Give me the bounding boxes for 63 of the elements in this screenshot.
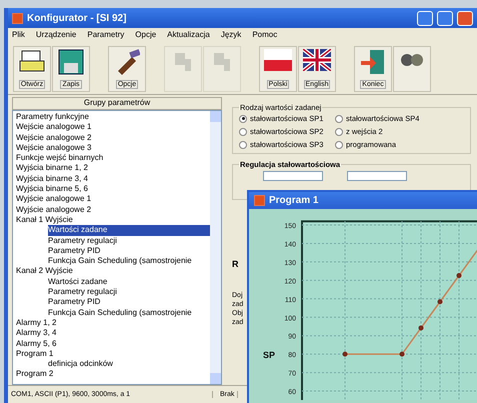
tree-item[interactable]: Wyjście analogowe 2 (16, 204, 92, 214)
menu-item[interactable]: Pomoc (252, 30, 278, 41)
menu-item[interactable]: Aktualizacja (167, 30, 210, 41)
minimize-button[interactable] (417, 10, 433, 26)
app-icon (254, 195, 265, 206)
tree-item[interactable]: Program 1 (16, 348, 54, 358)
flag-icon (264, 48, 292, 70)
input-field[interactable] (347, 171, 407, 181)
tree-item[interactable]: Alarmy 1, 2 (16, 318, 56, 327)
tree-item[interactable]: Parametry funkcyjne (16, 112, 89, 121)
input-field[interactable] (263, 171, 323, 181)
radio-button[interactable] (239, 140, 247, 148)
tree-item[interactable]: Wartości zadane (48, 225, 210, 236)
tree-item[interactable]: Funkcje wejść binarnych (16, 153, 104, 162)
data-point (456, 273, 462, 278)
tree-item[interactable]: Alarmy 5, 6 (16, 338, 56, 348)
printer-icon (18, 48, 46, 72)
tree-item[interactable]: Wejście analogowe 3 (16, 142, 92, 152)
tree-item[interactable]: Wyjścia binarne 5, 6 (16, 184, 88, 194)
door-icon (360, 48, 386, 74)
data-point (438, 299, 442, 304)
tree-item[interactable]: Wartości zadane (48, 276, 108, 286)
menu-item[interactable]: Opcje (135, 30, 156, 41)
window-title: Program 1 (269, 195, 320, 206)
tree-item[interactable]: Program 2 (16, 369, 54, 378)
radio-button[interactable] (335, 114, 343, 122)
data-point (400, 352, 404, 357)
tree-item[interactable]: Funkcja Gain Scheduling (samostrojenie (48, 308, 192, 317)
tree-item[interactable]: Parametry PID (48, 297, 100, 306)
tree-item[interactable]: Funkcja Gain Scheduling (samostrojenie (48, 256, 192, 266)
menu-item[interactable]: Urządzenie (36, 30, 76, 41)
menu-item[interactable]: Plik (12, 30, 25, 41)
radio-button[interactable] (335, 140, 343, 148)
data-point (418, 325, 424, 330)
menu-item[interactable]: Język (220, 30, 242, 41)
tree-item[interactable]: Kanał 1 Wyjście (16, 214, 73, 224)
scrollbar[interactable] (210, 111, 221, 384)
section-heading: R (232, 260, 238, 269)
window-title: Konfigurator - [SI 92] (27, 12, 128, 24)
panel-header: Grupy parametrów (12, 97, 222, 110)
data-point (342, 352, 348, 357)
toolbar-button[interactable] (393, 46, 431, 92)
tree-item[interactable]: Parametry regulacji (48, 287, 117, 296)
tree-item[interactable]: Parametry PID (48, 246, 100, 255)
tree-item[interactable]: Wyjścia binarne 1, 2 (16, 163, 88, 172)
floppy-icon (58, 48, 84, 74)
close-button[interactable] (457, 10, 473, 26)
tree-item[interactable]: Alarmy 3, 4 (16, 328, 56, 338)
tree-item[interactable]: Kanał 2 Wyjście (16, 266, 73, 276)
maximize-button[interactable] (437, 10, 453, 26)
axis-label: SP (263, 350, 276, 360)
radio-button[interactable] (335, 128, 343, 136)
tree-item[interactable]: Parametry regulacji (48, 236, 117, 245)
radio-button[interactable] (239, 114, 247, 122)
tree-item[interactable]: definicja odcinków (48, 359, 113, 368)
flag-icon (303, 48, 331, 70)
app-icon (12, 12, 23, 24)
menu-item[interactable]: Parametry (87, 30, 124, 41)
radio-button[interactable] (239, 128, 247, 136)
tree-item[interactable]: Wejście analogowe 2 (16, 132, 92, 142)
tree-item[interactable]: Wejście analogowe 1 (16, 122, 92, 132)
tree-item[interactable]: Wyjście analogowe 1 (16, 194, 92, 204)
tree-item[interactable]: Wyjścia binarne 3, 4 (16, 174, 88, 183)
